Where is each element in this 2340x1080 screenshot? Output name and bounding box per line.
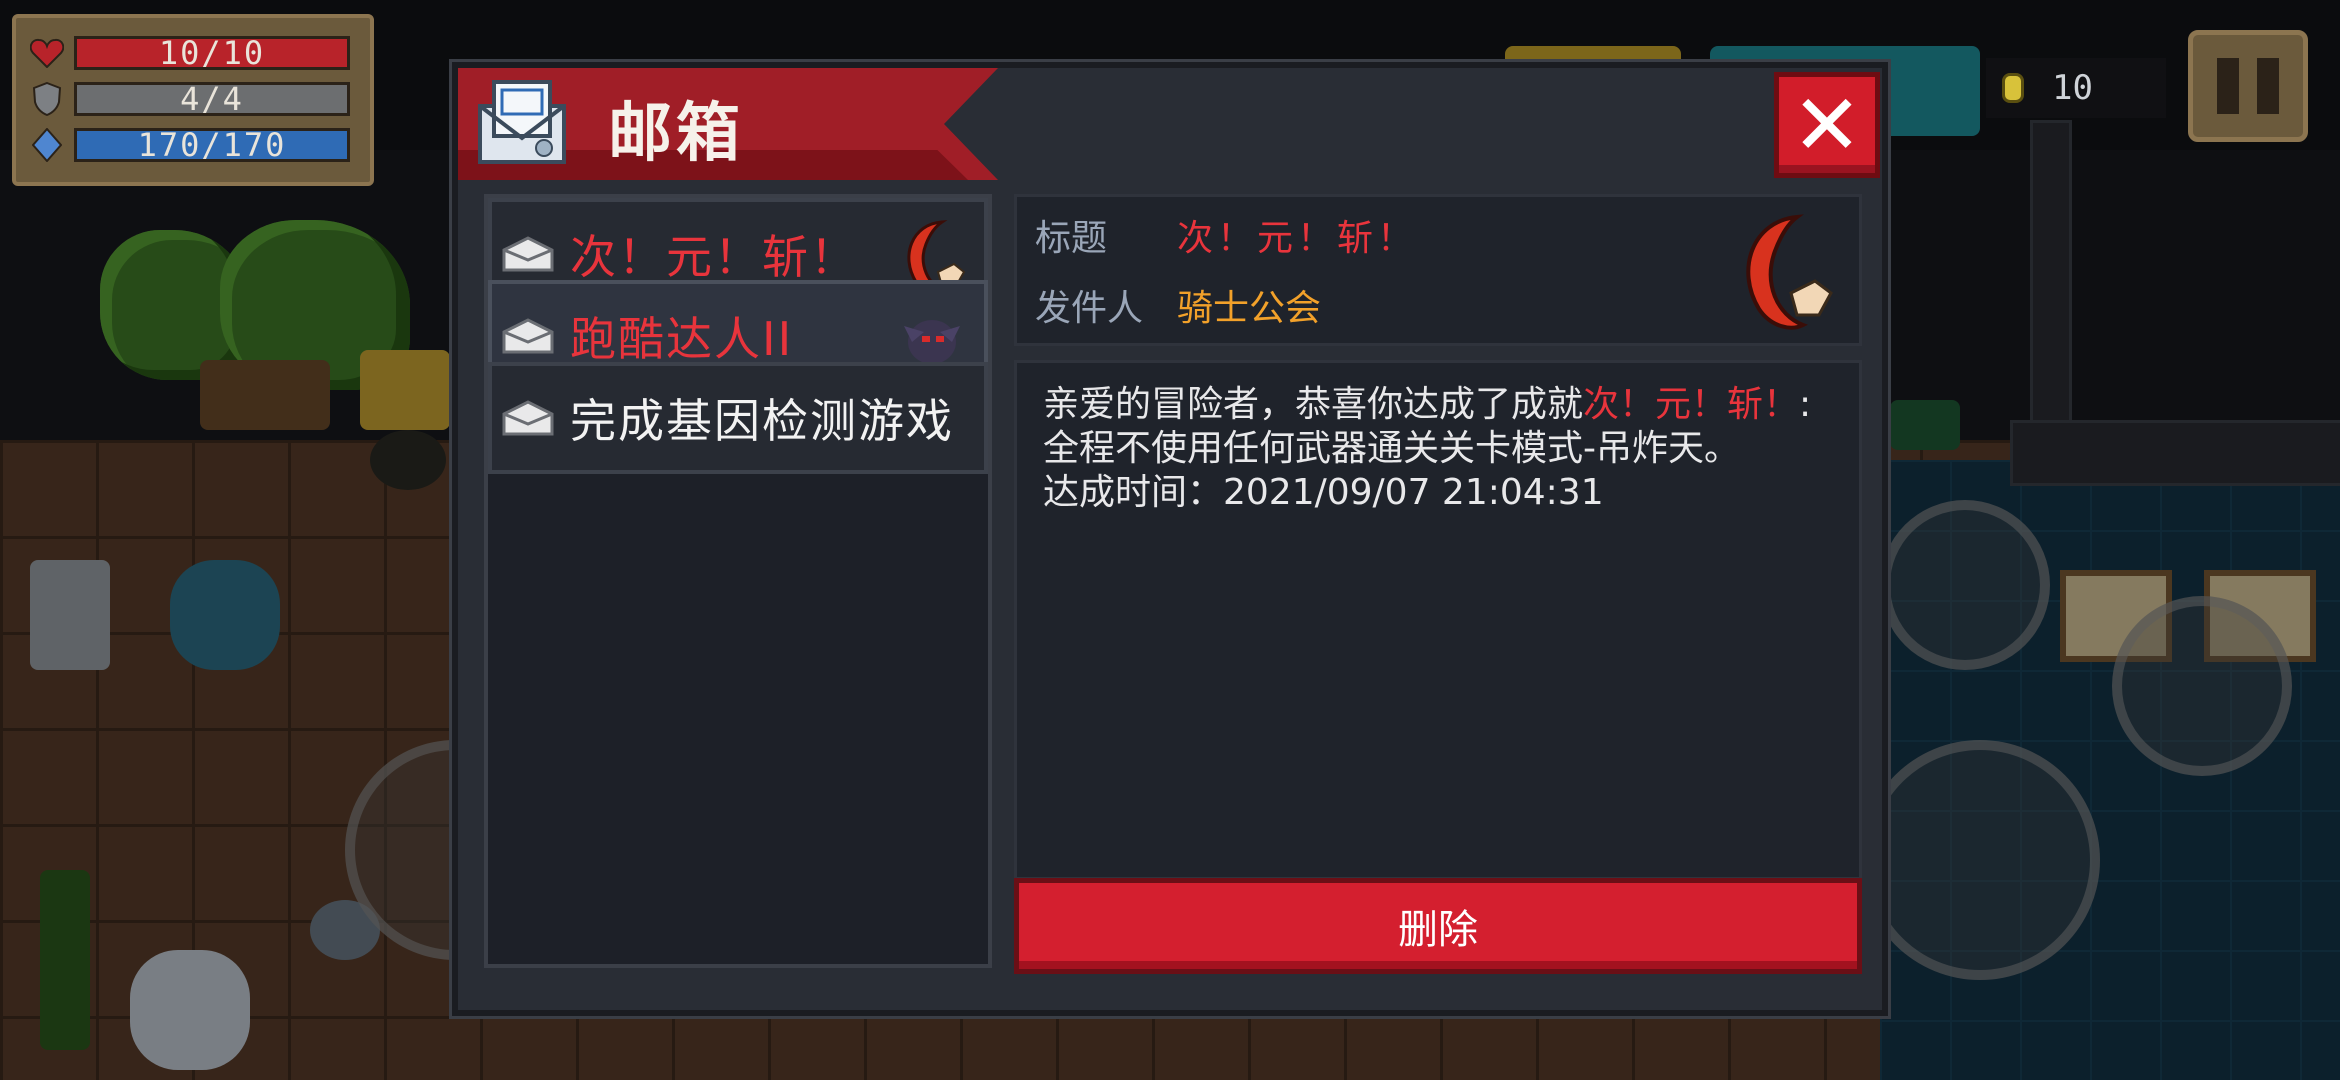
- armor-value: 4/4: [74, 80, 350, 118]
- crescent-blade-icon: [1746, 214, 1833, 330]
- pause-button[interactable]: [2188, 30, 2308, 142]
- mail-item-label: 次！元！斩！: [570, 230, 858, 284]
- energy-value: 170/170: [74, 126, 350, 164]
- mail-item-label: 完成基因检测游戏: [570, 394, 954, 448]
- coin-counter: 10: [1986, 58, 2166, 118]
- health-value: 10/10: [74, 34, 350, 72]
- close-icon: ✕: [1791, 76, 1863, 174]
- player-stats-panel: 10/10 4/4 170/170: [12, 14, 374, 186]
- opened-envelope-icon: [502, 318, 554, 354]
- mail-body: 亲爱的冒险者，恭喜你达成了成就次！元！斩！:全程不使用任何武器通关关卡模式-吊炸…: [1014, 360, 1862, 880]
- mail-detail-header: 标题 次！元！斩！ 发件人 骑士公会: [1014, 194, 1862, 346]
- mail-envelope-icon: [476, 76, 568, 168]
- pause-icon: [2257, 58, 2279, 114]
- coin-value: 10: [2052, 68, 2093, 108]
- coin-icon: [2002, 73, 2024, 103]
- sender-value: 骑士公会: [1177, 288, 1322, 329]
- mail-list: 次！元！斩！ 跑酷达人II 完成基因检测游戏: [484, 194, 992, 968]
- title-value: 次！元！斩！: [1177, 218, 1418, 259]
- mail-body-text: 亲爱的冒险者，恭喜你达成了成就: [1043, 384, 1584, 425]
- achievement-name: 次！元！斩！: [1583, 384, 1800, 425]
- pause-icon: [2217, 58, 2239, 114]
- mail-item-label: 跑酷达人II: [570, 312, 794, 366]
- armor-row: 4/4: [30, 78, 360, 120]
- diamond-icon: [30, 128, 64, 162]
- achieved-time: 达成时间：2021/09/07 21:04:31: [1043, 472, 1604, 513]
- opened-envelope-icon: [502, 400, 554, 436]
- title-label: 标题: [1035, 218, 1108, 259]
- close-button[interactable]: ✕: [1774, 72, 1880, 178]
- opened-envelope-icon: [502, 236, 554, 272]
- health-row: 10/10: [30, 32, 360, 74]
- delete-button[interactable]: 删除: [1014, 878, 1862, 974]
- sender-label: 发件人: [1035, 288, 1144, 329]
- shield-icon: [30, 82, 64, 116]
- energy-row: 170/170: [30, 124, 360, 166]
- mailbox-window: 邮箱 ✕ 次！元！斩！ 跑酷达人II 完成基因检测游戏 标题 次！元！斩！ 发件…: [452, 62, 1888, 1016]
- heart-icon: [30, 36, 64, 70]
- mail-list-item[interactable]: 完成基因检测游戏: [488, 362, 988, 474]
- mailbox-title: 邮箱: [608, 97, 744, 171]
